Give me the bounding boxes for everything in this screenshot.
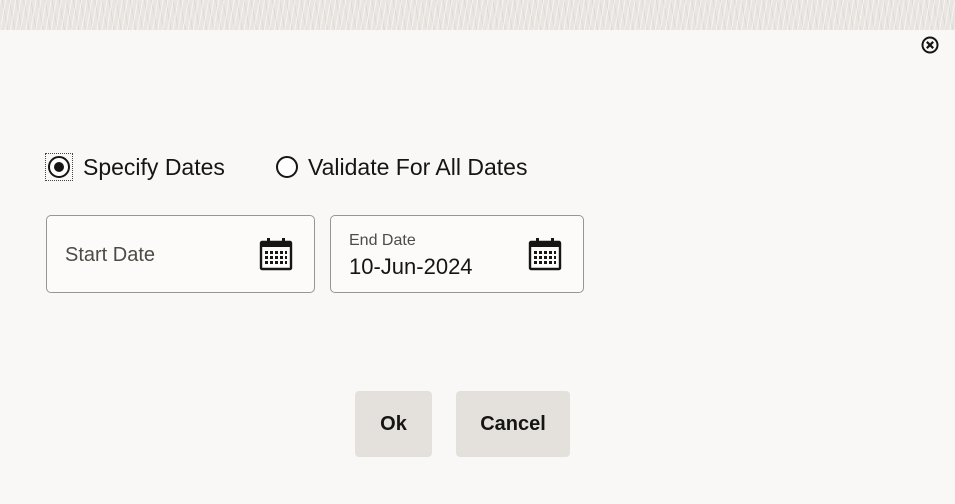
start-date-label: Start Date [65,244,156,266]
radio-focus-outline [45,153,73,181]
calendar-icon[interactable] [258,236,294,272]
end-date-value[interactable]: 10-Jun-2024 [349,254,492,280]
end-date-field[interactable]: End Date 10-Jun-2024 [330,215,584,293]
cancel-button[interactable]: Cancel [456,391,570,457]
radio-specify-dates-label: Specify Dates [83,153,225,180]
start-date-field[interactable]: Start Date [46,215,315,293]
close-icon[interactable] [920,35,940,55]
radio-validate-all-dates[interactable]: Validate For All Dates [276,152,527,182]
radio-validate-all-dates-label: Validate For All Dates [308,153,528,180]
radio-specify-dates[interactable]: Specify Dates [45,152,225,182]
radio-unchecked-icon[interactable] [276,156,298,178]
radio-checked-icon[interactable] [48,156,70,178]
end-date-label: End Date [349,232,416,249]
ok-button[interactable]: Ok [355,391,432,457]
calendar-icon[interactable] [527,236,563,272]
background-texture-band [0,0,955,30]
